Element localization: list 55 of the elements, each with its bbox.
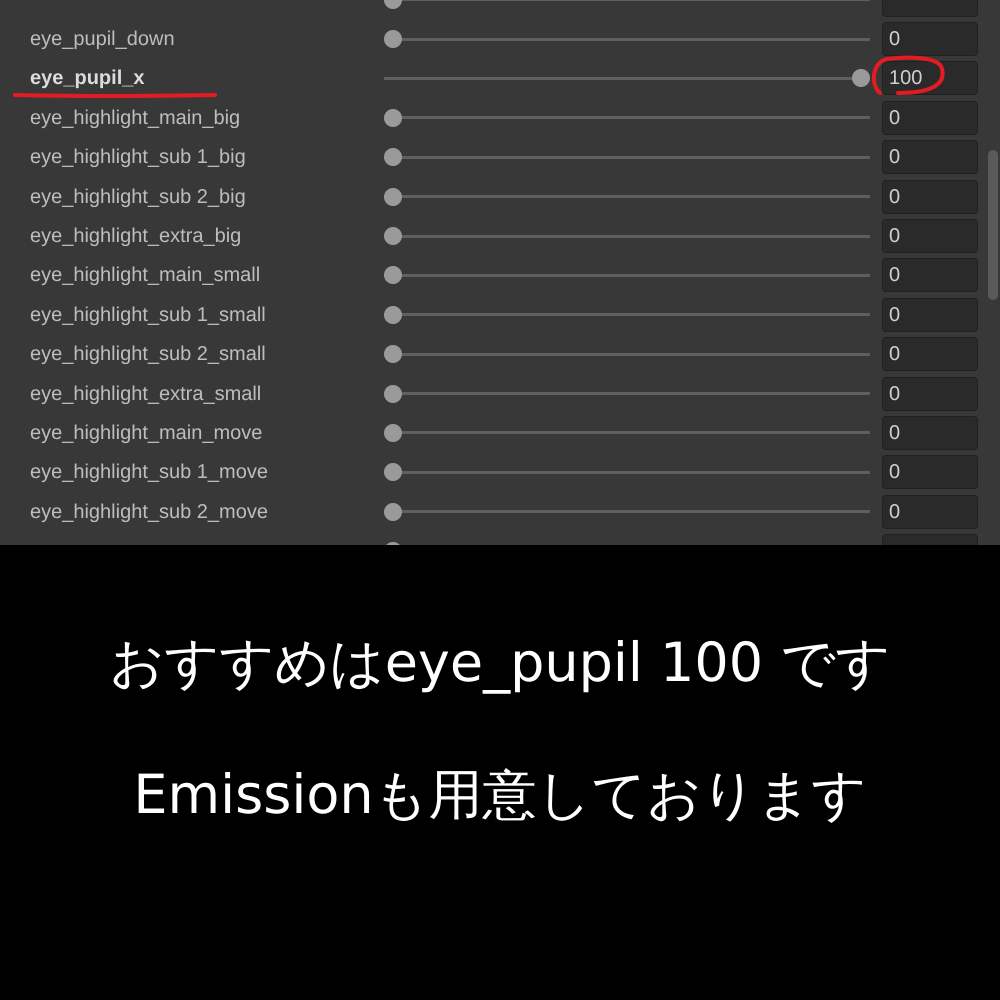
scrollbar-thumb[interactable] [988, 150, 998, 300]
value-field[interactable]: 0 [882, 455, 978, 490]
property-label: eye_highlight_sub 1_move [30, 461, 268, 484]
slider-thumb[interactable] [384, 108, 402, 127]
property-label: eye_pupil_down [30, 28, 175, 50]
slider-thumb[interactable] [852, 69, 870, 88]
property-label: eye_highlight_sub 2_big [30, 186, 246, 208]
value-field[interactable]: 0 [882, 416, 978, 450]
slider-thumb[interactable] [384, 266, 402, 284]
slider-thumb[interactable] [384, 188, 402, 206]
value-field[interactable]: 0 [882, 22, 978, 56]
slider-thumb[interactable] [384, 502, 402, 521]
value-field[interactable]: 0 [882, 337, 978, 372]
slider[interactable] [384, 150, 870, 164]
property-label: eye_highlight_extra_small [30, 382, 262, 405]
slider[interactable] [384, 268, 870, 282]
slider-thumb[interactable] [384, 30, 402, 48]
slider[interactable] [384, 190, 870, 204]
value-field[interactable]: 0 [882, 376, 978, 411]
value-field[interactable]: 0 [882, 219, 978, 254]
caption-text: Emissionも用意しております [133, 762, 867, 828]
property-label: eye_pupil_x [30, 67, 145, 90]
value-field[interactable]: 0 [882, 100, 978, 135]
property-label: eye_highlight_sub 1_big [30, 146, 246, 168]
slider-thumb[interactable] [384, 463, 402, 482]
slider[interactable] [384, 426, 870, 440]
slider[interactable] [384, 110, 870, 125]
property-label: eye_highlight_sub 2_move [30, 500, 268, 523]
property-label: eye_highlight_main_big [30, 106, 240, 129]
value-field[interactable]: 0 [882, 140, 978, 174]
slider[interactable] [384, 308, 870, 322]
slider-thumb[interactable] [384, 227, 402, 246]
slider[interactable] [384, 71, 870, 86]
slider-thumb[interactable] [384, 148, 402, 166]
slider-thumb[interactable] [384, 306, 402, 324]
value-field[interactable]: 0 [882, 298, 978, 332]
slider-thumb[interactable] [384, 424, 402, 442]
slider[interactable] [384, 386, 870, 401]
value-field[interactable]: 0 [882, 258, 978, 292]
property-label: eye_highlight_sub 1_small [30, 304, 266, 326]
slider-thumb[interactable] [384, 384, 402, 403]
property-label: eye_highlight_main_small [30, 264, 260, 286]
slider[interactable] [384, 32, 870, 46]
slider[interactable] [384, 504, 870, 519]
slider[interactable] [384, 229, 870, 244]
value-field[interactable]: 100 [882, 61, 978, 96]
slider[interactable] [384, 347, 870, 362]
property-label: eye_highlight_sub 2_small [30, 343, 266, 366]
slider-thumb[interactable] [384, 345, 402, 364]
property-label: eye_highlight_main_move [30, 422, 262, 444]
property-label: eye_highlight_extra_big [30, 225, 242, 248]
slider[interactable] [384, 465, 870, 480]
caption-text: おすすめはeye_pupil 100 です [110, 630, 890, 696]
value-field[interactable]: 0 [882, 180, 978, 214]
value-field[interactable]: 0 [882, 494, 978, 529]
